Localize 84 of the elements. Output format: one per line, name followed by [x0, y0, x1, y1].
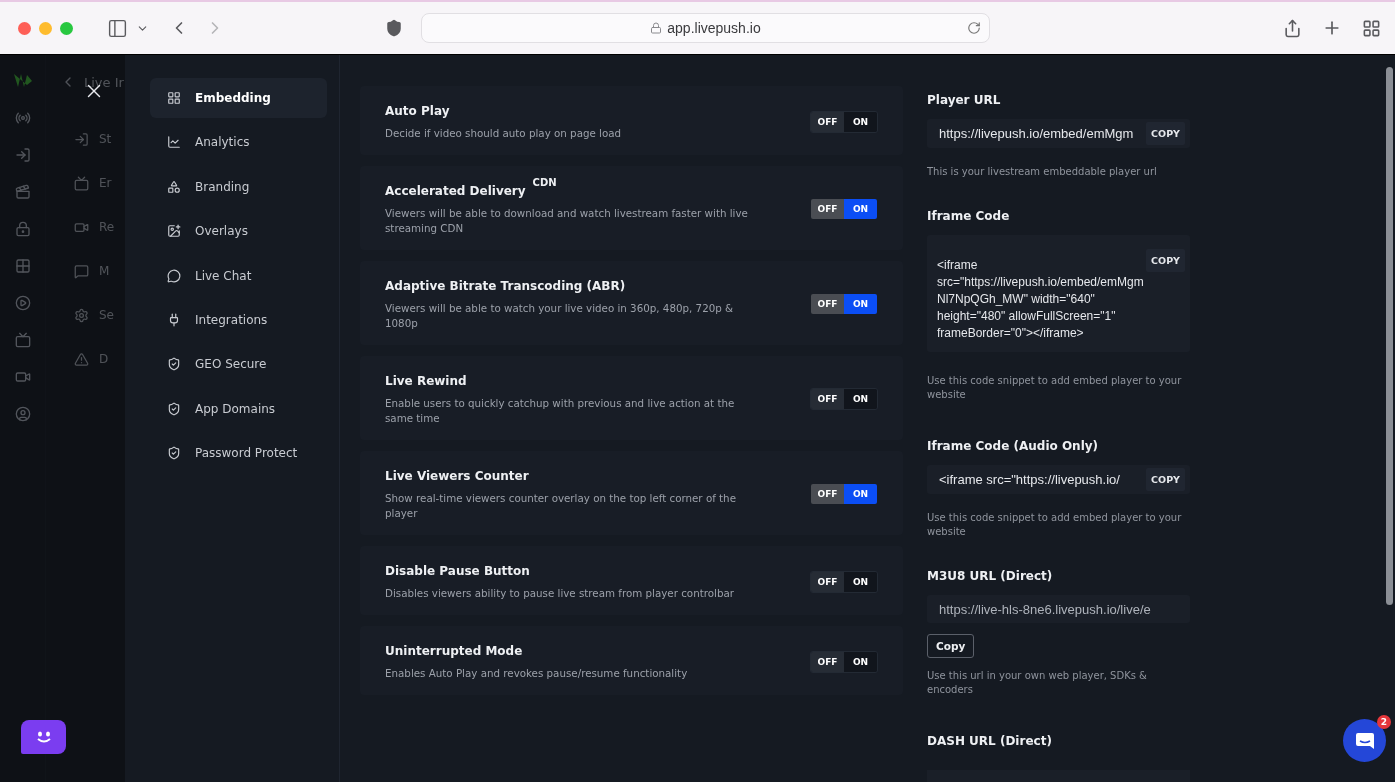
on-off-toggle[interactable]: OFF ON	[810, 198, 878, 220]
setting-description: Viewers will be able to watch your live video in 360p, 480p, 720p & 1080p	[385, 301, 735, 331]
setting-description: Decide if video should auto play on page load	[385, 126, 623, 141]
setting-title: Adaptive Bitrate Transcoding (ABR)	[385, 278, 626, 295]
setting-description: Viewers will be able to download and watch livestream faster with live streaming CDN	[385, 206, 749, 236]
setting-title: Live Viewers Counter	[385, 468, 529, 485]
on-off-toggle[interactable]: OFF ON	[810, 483, 878, 505]
setting-description: Disables viewers ability to pause live stream from player controlbar	[385, 586, 735, 601]
on-off-toggle[interactable]: OFF ON	[810, 570, 878, 593]
setting-title: Live Rewind	[385, 373, 467, 390]
chart-icon	[167, 135, 181, 150]
on-off-toggle[interactable]: OFF ON	[810, 388, 878, 410]
user-icon[interactable]	[14, 406, 31, 422]
menu-item[interactable]: Overlays	[150, 211, 327, 252]
grid-icon	[167, 91, 181, 105]
on-off-toggle[interactable]: OFF ON	[810, 293, 878, 315]
setting-description: Show real-time viewers counter overlay on the top left corner of the player	[385, 491, 737, 521]
message-icon[interactable]	[74, 263, 89, 279]
warning-icon[interactable]	[74, 351, 89, 367]
menu-item[interactable]: App Domains	[150, 388, 327, 429]
menu-item[interactable]: Analytics	[150, 122, 327, 163]
menu-item[interactable]: Branding	[150, 166, 327, 207]
shield-icon	[167, 357, 181, 372]
setting-title: Disable Pause Button	[385, 563, 530, 580]
setting-tag: CDN	[532, 177, 557, 188]
url-field[interactable]: <iframe src="https://livepush.io/ COPY	[927, 464, 1190, 494]
address-bar[interactable]: app.livepush.io	[421, 13, 990, 43]
menu-item[interactable]: Embedding	[150, 78, 327, 118]
on-off-toggle[interactable]: OFF ON	[810, 110, 878, 133]
on-off-toggle[interactable]: OFF ON	[810, 650, 878, 673]
shield-icon	[167, 446, 181, 461]
minimize-window-icon[interactable]	[39, 21, 52, 35]
copy-button[interactable]: COPY	[1146, 467, 1185, 491]
menu-item[interactable]: GEO Secure	[150, 344, 327, 385]
chat-icon	[1354, 731, 1375, 750]
copy-button[interactable]: Copy	[927, 634, 975, 659]
field-label: DASH URL (Direct)	[927, 734, 1053, 749]
lock-icon	[650, 22, 663, 34]
shapes-icon	[167, 179, 181, 194]
tv-icon[interactable]	[14, 332, 31, 348]
help-text: This is your livestream embeddable player url	[927, 164, 1158, 179]
menu-item[interactable]: Live Chat	[150, 255, 327, 296]
tabs-icon[interactable]	[1362, 18, 1381, 38]
play-icon[interactable]	[14, 295, 31, 311]
copy-button[interactable]: COPY	[1146, 121, 1185, 145]
setting-title: Accelerated Delivery	[385, 183, 526, 200]
shield-icon	[167, 401, 181, 416]
help-text: Use this code snippet to add embed player to your website	[927, 510, 1182, 539]
lock-icon[interactable]	[14, 221, 31, 237]
setting-description: Enables Auto Play and revokes pause/resume functionality	[385, 666, 689, 681]
chatbot-icon[interactable]	[21, 720, 66, 754]
code-field[interactable]: <iframe src="https://livepush.io/embed/emMgmNl7NpQGh_MW" width="640" height="480" allowFullScreen="1" frameBorder="0"></iframe> COPY	[927, 234, 1190, 352]
help-text: Use this code snippet to add embed player to your website	[927, 373, 1182, 402]
login-icon[interactable]	[14, 147, 31, 163]
share-icon[interactable]	[1283, 18, 1302, 38]
image-icon	[167, 224, 181, 239]
field-label: Player URL	[927, 93, 1002, 107]
url-field[interactable]: https://livepush.io/embed/emMgm COPY	[927, 119, 1190, 148]
settings-icon[interactable]	[74, 307, 89, 323]
close-window-icon[interactable]	[18, 21, 31, 35]
menu-item[interactable]: Password Protect	[150, 433, 327, 474]
field-label: Iframe Code (Audio Only)	[927, 438, 1100, 453]
login-icon[interactable]	[74, 131, 89, 147]
scrollbar[interactable]	[1386, 67, 1393, 605]
setting-title: Auto Play	[385, 103, 450, 120]
camera-icon[interactable]	[14, 369, 31, 385]
maximize-window-icon[interactable]	[60, 21, 73, 35]
url-field[interactable]: https://live-hls-8ne6.livepush.io/live/e	[927, 594, 1190, 624]
setting-description: Enable users to quickly catchup with previous and live action at the same time	[385, 396, 736, 426]
grid-icon[interactable]	[14, 258, 31, 274]
tv-icon[interactable]	[74, 175, 89, 191]
broadcast-icon[interactable]	[14, 110, 31, 126]
copy-button[interactable]: COPY	[1146, 248, 1185, 272]
chat-icon	[167, 268, 181, 283]
sidebar-icon[interactable]	[107, 17, 128, 39]
menu-item[interactable]: Integrations	[150, 299, 327, 340]
setting-title: Uninterrupted Mode	[385, 643, 523, 660]
page-title: Live Ir	[84, 74, 124, 90]
help-text: Use this url in your own web player, SDKs & encoders	[927, 669, 1148, 698]
reload-icon[interactable]	[967, 21, 981, 35]
field-label: M3U8 URL (Direct)	[927, 568, 1054, 583]
shield-icon[interactable]	[385, 19, 403, 37]
plug-icon	[167, 312, 181, 327]
field-label: Iframe Code	[927, 208, 1011, 223]
